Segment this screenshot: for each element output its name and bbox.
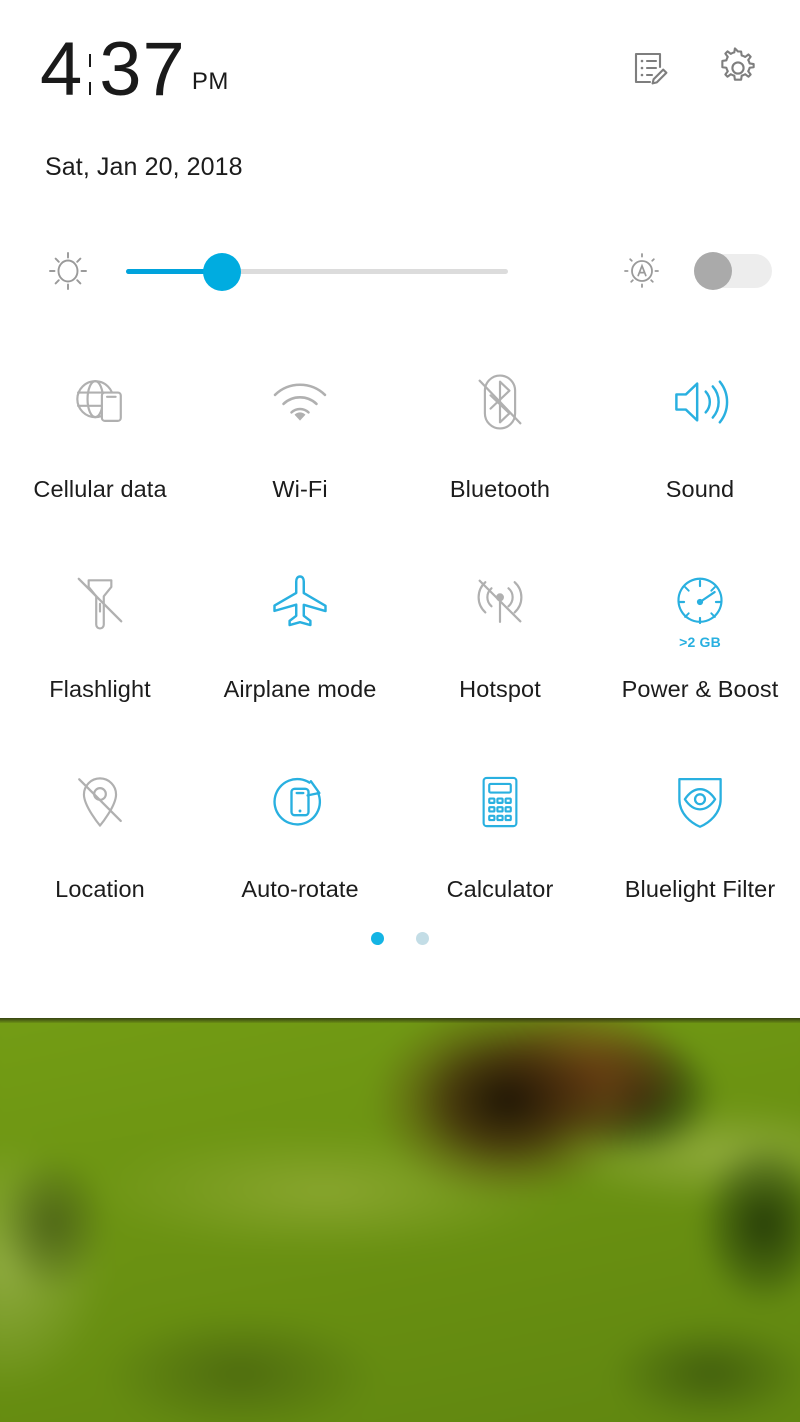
tile-location[interactable]: Location	[0, 742, 200, 942]
slider-thumb[interactable]	[203, 253, 241, 291]
quick-settings-tiles: Cellular data Wi-Fi Bluetooth Sound Flas…	[0, 342, 800, 942]
brightness-slider[interactable]	[126, 253, 508, 291]
boost-sublabel: >2 GB	[679, 634, 721, 650]
phone-screen: 4 37 PM Sat, Jan 20, 2018 Cellular data …	[0, 0, 800, 1422]
tile-label: Wi-Fi	[272, 476, 328, 502]
clock-minute: 37	[99, 27, 186, 112]
brightness-row	[0, 238, 800, 304]
date-label: Sat, Jan 20, 2018	[45, 153, 243, 181]
tile-label: Airplane mode	[223, 676, 377, 702]
tile-hotspot[interactable]: Hotspot	[400, 542, 600, 742]
tile-calculator[interactable]: Calculator	[400, 742, 600, 942]
tile-label: Location	[55, 876, 145, 902]
tile-label: Bluelight Filter	[624, 876, 776, 902]
toggle-knob[interactable]	[694, 252, 732, 290]
location-off-icon	[64, 766, 136, 838]
page-dot-1[interactable]	[371, 932, 384, 945]
tile-label: Auto-rotate	[241, 876, 359, 902]
clock: 4 37 PM	[40, 27, 229, 112]
panel-header: 4 37 PM Sat, Jan 20, 2018	[0, 0, 800, 200]
tile-bluelight-filter[interactable]: Bluelight Filter	[600, 742, 800, 942]
sound-icon	[664, 366, 736, 438]
edit-icon[interactable]	[626, 46, 670, 90]
calculator-icon	[464, 766, 536, 838]
tile-label: Cellular data	[33, 476, 167, 502]
tile-bluetooth[interactable]: Bluetooth	[400, 342, 600, 542]
tile-label: Calculator	[446, 876, 554, 902]
page-dot-2[interactable]	[416, 932, 429, 945]
cellular-data-icon	[64, 366, 136, 438]
flashlight-off-icon	[64, 566, 136, 638]
tile-label: Bluetooth	[449, 476, 551, 502]
page-indicator	[0, 932, 800, 945]
bluetooth-off-icon	[464, 366, 536, 438]
wifi-icon	[264, 366, 336, 438]
tile-flashlight[interactable]: Flashlight	[0, 542, 200, 742]
tile-auto-rotate[interactable]: Auto-rotate	[200, 742, 400, 942]
header-actions	[626, 46, 760, 90]
tile-airplane-mode[interactable]: Airplane mode	[200, 542, 400, 742]
tile-label: Hotspot	[459, 676, 541, 702]
tile-wifi[interactable]: Wi-Fi	[200, 342, 400, 542]
gear-icon[interactable]	[716, 46, 760, 90]
shield-eye-icon	[664, 766, 736, 838]
tile-label: Flashlight	[49, 676, 151, 702]
hotspot-off-icon	[464, 566, 536, 638]
tile-label: Power & Boost	[621, 676, 779, 702]
brightness-low-icon	[42, 245, 94, 297]
tile-cellular-data[interactable]: Cellular data	[0, 342, 200, 542]
quick-settings-panel: 4 37 PM Sat, Jan 20, 2018 Cellular data …	[0, 0, 800, 1018]
speedometer-icon: >2 GB	[664, 566, 736, 650]
panel-shadow-edge	[0, 1018, 800, 1023]
auto-brightness-toggle[interactable]	[694, 252, 772, 290]
airplane-icon	[264, 566, 336, 638]
auto-rotate-icon	[264, 766, 336, 838]
tile-sound[interactable]: Sound	[600, 342, 800, 542]
tile-power-boost[interactable]: >2 GB Power & Boost	[600, 542, 800, 742]
clock-colon	[83, 44, 99, 106]
tile-label: Sound	[665, 476, 735, 502]
clock-ampm: PM	[191, 68, 229, 96]
clock-hour: 4	[40, 27, 84, 112]
brightness-auto-icon	[616, 245, 668, 297]
